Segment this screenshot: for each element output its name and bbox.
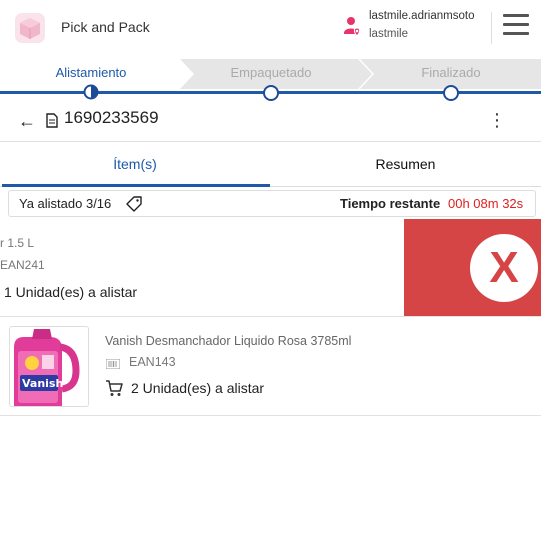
vanish-logo-text: Vanish (22, 377, 63, 390)
close-icon: X (489, 243, 519, 292)
hamburger-menu-icon[interactable] (503, 14, 529, 40)
list-item[interactable]: r 1.5 L EAN241 1 Unidad(es) a alistar X (0, 219, 541, 317)
time-remaining-label: Tiempo restante (340, 196, 441, 211)
delete-circle: X (470, 234, 538, 302)
box-logo-icon (15, 13, 45, 43)
tag-icon (126, 196, 142, 212)
order-header: ← 1690233569 ⋮ (0, 103, 541, 142)
step-empaquetado: Empaquetado (230, 65, 312, 80)
step-finalizado-dot (443, 85, 459, 101)
delete-item-button[interactable]: X (404, 219, 541, 316)
step-finalizado: Finalizado (421, 65, 481, 80)
time-remaining-value: 00h 08m 32s (448, 196, 524, 211)
step-empaquetado-dot (263, 85, 279, 101)
vanish-bottle-image: Vanish (10, 327, 88, 406)
item-quantity: 2 Unidad(es) a alistar (131, 380, 265, 396)
active-tab-indicator (2, 184, 270, 187)
step-alistamiento: Alistamiento (55, 65, 127, 80)
item-quantity: 1 Unidad(es) a alistar (4, 284, 138, 300)
item-ean: EAN143 (129, 355, 176, 369)
picking-progress-bar: Ya alistado 3/16 Tiempo restante 00h 08m… (8, 190, 536, 217)
document-icon (46, 113, 58, 128)
top-bar: Pick and Pack lastmile.adrianmsoto lastm… (0, 0, 541, 55)
user-company: lastmile (369, 28, 408, 40)
barcode-icon (106, 359, 120, 369)
tab-items[interactable]: Ítem(s) (0, 142, 270, 186)
item-ean: EAN241 (0, 258, 45, 272)
progress-stepper: Alistamiento Empaquetado Finalizado (0, 55, 541, 103)
picked-count: Ya alistado 3/16 (19, 196, 112, 211)
back-arrow-icon[interactable]: ← (18, 111, 36, 132)
cart-icon (106, 380, 123, 396)
order-number: 1690233569 (64, 108, 159, 127)
item-name: r 1.5 L (0, 236, 35, 250)
header-divider (491, 12, 492, 44)
app-title: Pick and Pack (61, 19, 150, 35)
more-options-icon[interactable]: ⋮ (488, 110, 506, 131)
list-item[interactable]: Vanish Vanish Desmanchador Liquido Rosa … (0, 317, 541, 416)
step-half-progress-icon (83, 84, 99, 100)
tab-bar: Ítem(s) Resumen (0, 142, 541, 187)
tab-summary[interactable]: Resumen (270, 142, 541, 186)
product-image: Vanish (9, 326, 89, 407)
user-location-icon (344, 17, 361, 37)
user-name: lastmile.adrianmsoto (369, 10, 475, 22)
item-name: Vanish Desmanchador Liquido Rosa 3785ml (105, 334, 352, 348)
